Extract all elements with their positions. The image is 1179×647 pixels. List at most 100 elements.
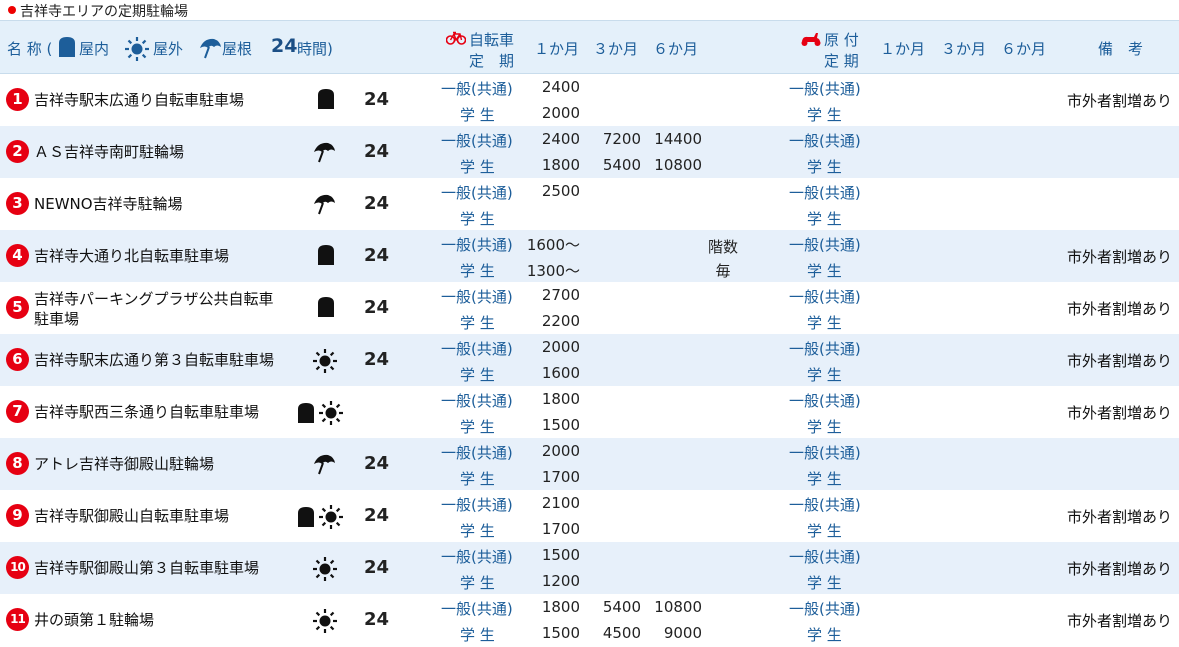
- bike-student-1m: 1500: [541, 624, 580, 642]
- moped-general-label: 一般(共通): [789, 548, 861, 566]
- row-number-badge: 7: [6, 400, 29, 423]
- header-moped-2: 定 期: [824, 52, 859, 70]
- facility-name: 吉祥寺大通り北自転車駐車場: [34, 247, 230, 265]
- bike-student-1m: 1800: [541, 156, 580, 174]
- header-moped-6m: ６か月: [1001, 40, 1047, 58]
- header-hours: 時間): [297, 40, 333, 58]
- hours-24: 24: [364, 505, 390, 526]
- header-outdoor: 屋外: [153, 40, 184, 58]
- bike-student-label: 学 生: [460, 522, 495, 540]
- hours-24: 24: [364, 245, 390, 266]
- bike-general-1m: 1800: [541, 390, 580, 408]
- facility-type-icons: [309, 452, 336, 476]
- row-number-badge: 5: [6, 296, 29, 319]
- moped-student-label: 学 生: [807, 366, 842, 384]
- outdoor-icon: [124, 36, 150, 62]
- bike-student-1m: 1300～: [526, 262, 580, 280]
- header-bike-2: 定 期: [469, 52, 515, 70]
- facility-name: 吉祥寺駅御殿山第３自転車駐車場: [34, 559, 260, 577]
- bike-student-3m: 4500: [602, 624, 641, 642]
- facility-name: 吉祥寺駅末広通り第３自転車駐車場: [34, 351, 275, 369]
- row-number-badge: 2: [6, 140, 29, 163]
- roof-icon: [312, 192, 336, 216]
- bike-general-1m: 2700: [541, 286, 580, 304]
- facility-type-icons: [309, 556, 338, 581]
- moped-student-label: 学 生: [807, 470, 842, 488]
- outdoor-icon: [318, 504, 344, 530]
- remarks: 市外者割増あり: [1066, 300, 1172, 318]
- header-moped-1m: １か月: [880, 40, 926, 58]
- row-number-badge: 1: [6, 88, 29, 111]
- facility-type-icons: [309, 140, 336, 164]
- header-roof: 屋根: [222, 40, 253, 58]
- hours-24: 24: [364, 141, 390, 162]
- header-bike-6m: ６か月: [653, 40, 699, 58]
- row-number-badge: 9: [6, 504, 29, 527]
- moped-student-label: 学 生: [807, 314, 842, 332]
- table-row: 3 NEWNO吉祥寺駐輪場 24 一般(共通) 学 生 2500 一般(共通) 学 生: [0, 178, 1179, 230]
- moped-general-label: 一般(共通): [789, 340, 861, 358]
- bike-student-1m: 1200: [541, 572, 580, 590]
- row-number-badge: 8: [6, 452, 29, 475]
- bike-student-1m: 1600: [541, 364, 580, 382]
- bike-student-1m: 1500: [541, 416, 580, 434]
- row-number-badge: 10: [6, 556, 29, 579]
- bike-general-1m: 1600～: [526, 236, 580, 254]
- facility-type-icons: [314, 296, 335, 320]
- indoor-icon: [58, 36, 76, 58]
- header-moped-1: 原 付: [824, 31, 859, 49]
- facility-type-icons: [294, 400, 344, 426]
- moped-general-label: 一般(共通): [789, 132, 861, 150]
- bike-general-label: 一般(共通): [441, 236, 513, 254]
- moped-general-label: 一般(共通): [789, 496, 861, 514]
- header-bike-1m: １か月: [534, 40, 580, 58]
- bike-student-6m: 9000: [663, 624, 702, 642]
- bike-general-label: 一般(共通): [441, 288, 513, 306]
- remarks: 市外者割増あり: [1066, 248, 1172, 266]
- outdoor-icon: [318, 400, 344, 426]
- title-bullet-icon: [8, 6, 16, 14]
- bike-general-label: 一般(共通): [441, 496, 513, 514]
- remarks: 市外者割増あり: [1066, 404, 1172, 422]
- row-number-badge: 11: [6, 608, 29, 631]
- bike-general-label: 一般(共通): [441, 548, 513, 566]
- indoor-icon: [317, 244, 335, 266]
- facility-name: 吉祥寺駅末広通り自転車駐車場: [34, 91, 245, 109]
- bike-student-label: 学 生: [460, 106, 495, 124]
- header-indoor: 屋内: [79, 40, 110, 58]
- row-number-badge: 4: [6, 244, 29, 267]
- hours-24: 24: [364, 557, 390, 578]
- table-row: 5 吉祥寺パーキングプラザ公共自転車駐車場 24 一般(共通) 学 生 2700 2200 一…: [0, 282, 1179, 334]
- bike-student-1m: 1700: [541, 468, 580, 486]
- moped-student-label: 学 生: [807, 522, 842, 540]
- row-number-badge: 3: [6, 192, 29, 215]
- bike-general-label: 一般(共通): [441, 340, 513, 358]
- moped-general-label: 一般(共通): [789, 80, 861, 98]
- roof-icon: [198, 36, 222, 60]
- moped-general-label: 一般(共通): [789, 184, 861, 202]
- bike-general-label: 一般(共通): [441, 444, 513, 462]
- bike-general-3m: 7200: [602, 130, 641, 148]
- moped-student-label: 学 生: [807, 262, 842, 280]
- indoor-icon: [297, 506, 315, 528]
- moped-general-label: 一般(共通): [789, 444, 861, 462]
- bike-general-1m: 2400: [541, 78, 580, 96]
- bike-general-6m: 10800: [654, 598, 702, 616]
- table-row: 4 吉祥寺大通り北自転車駐車場 24 一般(共通) 学 生 1600～ 1300～ 階数毎 一般…: [0, 230, 1179, 282]
- table-row: 6 吉祥寺駅末広通り第３自転車駐車場 24 一般(共通) 学 生 2000 1600 一般(共…: [0, 334, 1179, 386]
- bike-general-1m: 2000: [541, 442, 580, 460]
- row-number-badge: 6: [6, 348, 29, 371]
- header-24: 24: [271, 35, 298, 57]
- bike-student-1m: 1700: [541, 520, 580, 538]
- moped-general-label: 一般(共通): [789, 288, 861, 306]
- section-title-text: 吉祥寺エリアの定期駐輪場: [20, 4, 188, 20]
- table-row: 2 ＡＳ吉祥寺南町駐輪場 24 一般(共通) 学 生 2400 1800 7200 5400 14…: [0, 126, 1179, 178]
- bike-student-label: 学 生: [460, 262, 495, 280]
- section-title: 吉祥寺エリアの定期駐輪場: [0, 0, 1179, 20]
- bike-student-1m: 2200: [541, 312, 580, 330]
- remarks: 市外者割増あり: [1066, 560, 1172, 578]
- bike-general-label: 一般(共通): [441, 600, 513, 618]
- moped-general-label: 一般(共通): [789, 392, 861, 410]
- hours-24: 24: [364, 89, 390, 110]
- bike-student-label: 学 生: [460, 366, 495, 384]
